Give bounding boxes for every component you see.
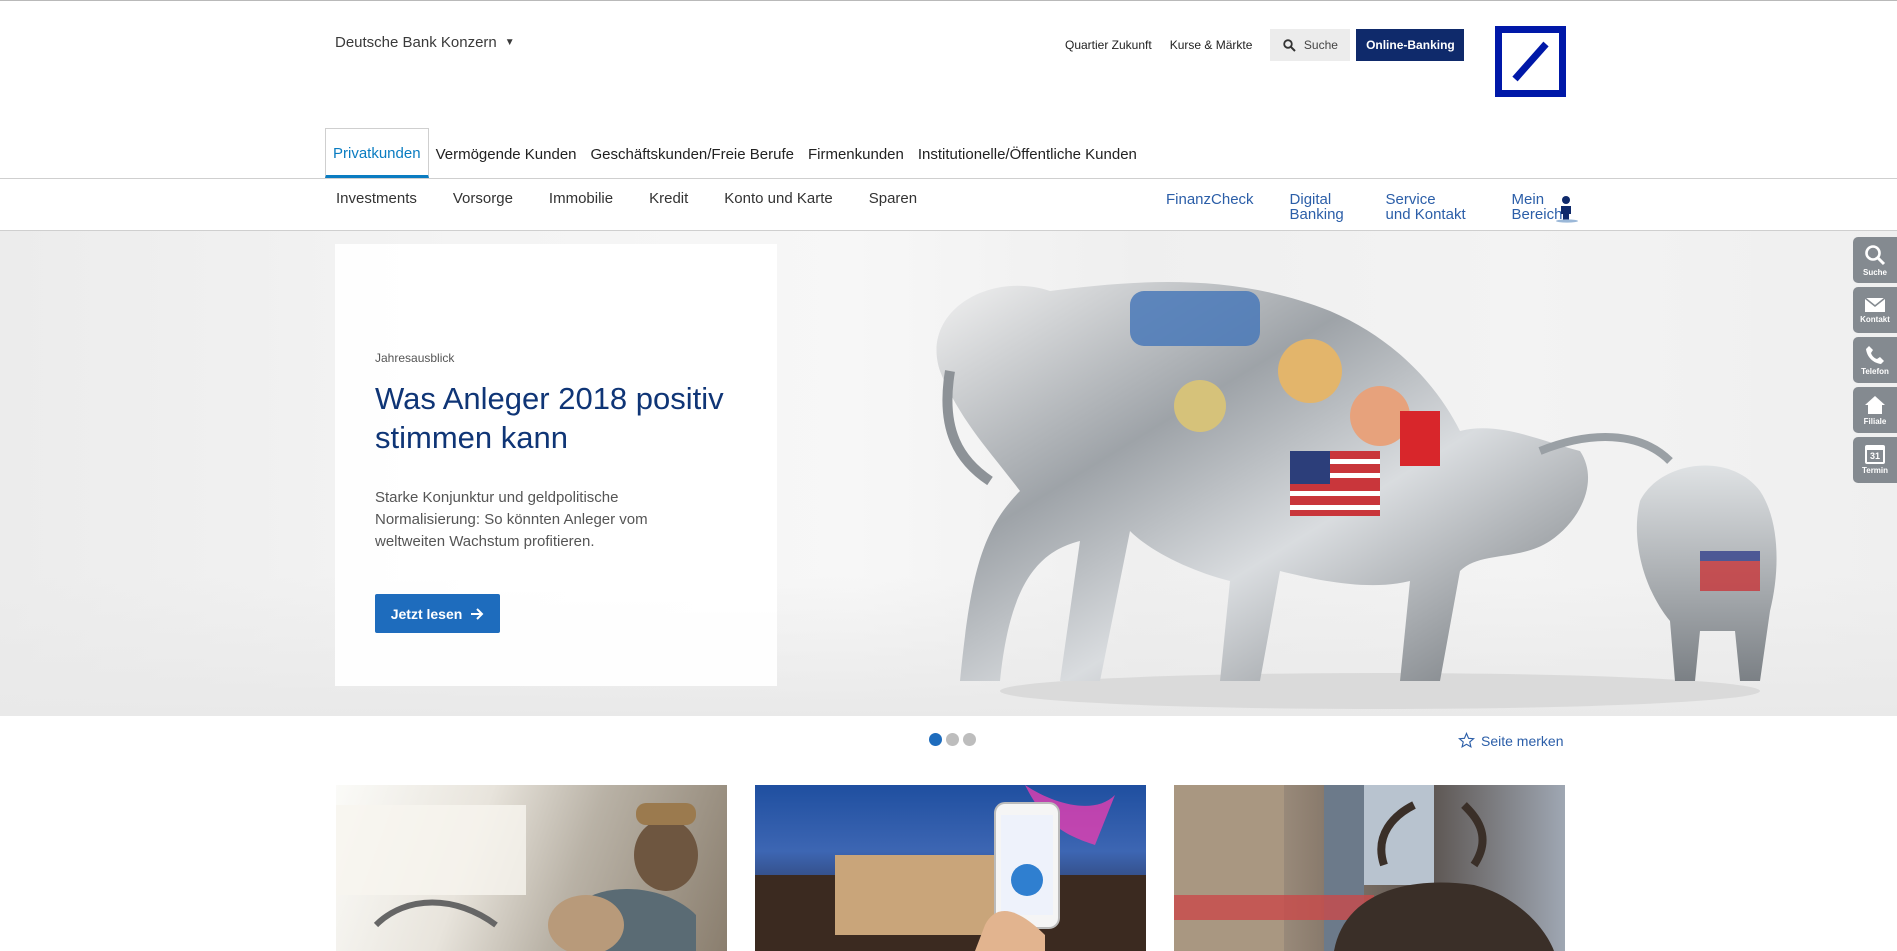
calendar-icon: 31 (1865, 445, 1885, 464)
seite-merken-label: Seite merken (1481, 732, 1564, 749)
segment-divider (0, 178, 1897, 179)
tile-image-wall-street-bull (1174, 785, 1554, 951)
teaser-tile-1[interactable] (336, 785, 727, 951)
link-quartier-zukunft[interactable]: Quartier Zukunft (1065, 38, 1152, 52)
search-button[interactable]: Suche (1270, 29, 1351, 61)
teaser-tile-3[interactable] (1174, 785, 1565, 951)
seite-merken-link[interactable]: Seite merken (1458, 732, 1563, 749)
nav-digital-banking-line2: Banking (1289, 206, 1344, 223)
carousel-dot-3[interactable] (963, 733, 976, 746)
nav-finanzcheck[interactable]: FinanzCheck (1166, 192, 1254, 207)
subnav-kredit[interactable]: Kredit (649, 190, 688, 207)
carousel-dot-1[interactable] (929, 733, 942, 746)
hero-kicker: Jahresausblick (375, 351, 455, 365)
link-kurse-maerkte[interactable]: Kurse & Märkte (1170, 38, 1253, 52)
tile-image-city-phone (755, 785, 1146, 951)
online-banking-button[interactable]: Online-Banking (1356, 29, 1465, 61)
tab-vermoegende-kunden[interactable]: Vermögende Kunden (429, 128, 584, 178)
side-telefon-label: Telefon (1861, 366, 1889, 376)
hero-headline[interactable]: Was Anleger 2018 positiv stimmen kann (375, 379, 755, 457)
home-icon (1865, 395, 1885, 414)
calendar-day: 31 (1869, 451, 1880, 461)
carousel-dot-2[interactable] (946, 733, 959, 746)
hero-image-bull-bear (900, 251, 1820, 716)
side-suche-label: Suche (1862, 267, 1887, 277)
nav-digital-banking[interactable]: Digital Banking (1290, 192, 1350, 222)
teaser-tile-2[interactable] (755, 785, 1146, 951)
subnav-investments[interactable]: Investments (336, 190, 417, 207)
hero-banner: Jahresausblick Was Anleger 2018 positiv … (0, 231, 1897, 716)
side-kontakt-label: Kontakt (1860, 314, 1890, 324)
tile-image-driver-dog (336, 803, 698, 951)
subnav-vorsorge[interactable]: Vorsorge (453, 190, 513, 207)
nav-finanzcheck-label: FinanzCheck (1166, 191, 1254, 208)
side-suche-button[interactable]: Suche (1853, 237, 1897, 283)
side-termin-button[interactable]: 31 Termin (1853, 437, 1897, 483)
arrow-right-icon (471, 607, 484, 620)
phone-icon (1866, 345, 1884, 364)
top-border (0, 0, 1897, 1)
side-toolbar: Suche Kontakt Telefon Filiale 31 Termin (1853, 237, 1897, 483)
segment-tabs: Privatkunden Vermögende Kunden Geschäfts… (325, 128, 1144, 178)
subnav-sparen[interactable]: Sparen (869, 190, 917, 207)
search-icon (1865, 244, 1886, 265)
side-filiale-label: Filiale (1863, 416, 1887, 426)
side-kontakt-button[interactable]: Kontakt (1853, 287, 1897, 333)
sub-navigation: Investments Vorsorge Immobilie Kredit Ko… (336, 190, 917, 207)
nav-service-line2: und Kontakt (1385, 206, 1466, 223)
tab-geschaeftskunden[interactable]: Geschäftskunden/Freie Berufe (584, 128, 801, 178)
logo-slash-icon (1512, 41, 1549, 82)
side-termin-label: Termin (1861, 466, 1889, 475)
carousel-dots (929, 733, 976, 746)
tab-institutionelle-kunden[interactable]: Institutionelle/Öffentliche Kunden (911, 128, 1144, 178)
side-filiale-button[interactable]: Filiale (1853, 387, 1897, 433)
deutsche-bank-logo[interactable] (1495, 26, 1566, 97)
mail-icon (1864, 296, 1886, 312)
caret-down-icon: ▼ (504, 37, 515, 48)
konzern-dropdown[interactable]: Deutsche Bank Konzern ▼ (335, 34, 515, 51)
search-icon (1283, 38, 1296, 52)
nav-service-kontakt[interactable]: Service und Kontakt (1386, 192, 1476, 222)
utility-nav: Quartier Zukunft Kurse & Märkte Suche On… (1065, 28, 1465, 62)
konzern-label: Deutsche Bank Konzern (335, 34, 497, 51)
star-icon (1458, 732, 1475, 749)
subnav-immobilie[interactable]: Immobilie (549, 190, 613, 207)
subnav-konto-und-karte[interactable]: Konto und Karte (724, 190, 832, 207)
hero-teaser-text: Starke Konjunktur und geldpolitische Nor… (375, 489, 648, 550)
tab-privatkunden[interactable]: Privatkunden (325, 128, 429, 178)
person-icon[interactable] (1555, 195, 1579, 223)
hero-teaser-card: Jahresausblick Was Anleger 2018 positiv … (335, 244, 777, 686)
cta-label: Jetzt lesen (390, 605, 463, 622)
tab-firmenkunden[interactable]: Firmenkunden (801, 128, 911, 178)
side-telefon-button[interactable]: Telefon (1853, 337, 1897, 383)
jetzt-lesen-button[interactable]: Jetzt lesen (375, 594, 500, 633)
service-navigation: FinanzCheck Digital Banking Service und Ko… (1166, 192, 1572, 222)
search-label: Suche (1303, 38, 1338, 52)
